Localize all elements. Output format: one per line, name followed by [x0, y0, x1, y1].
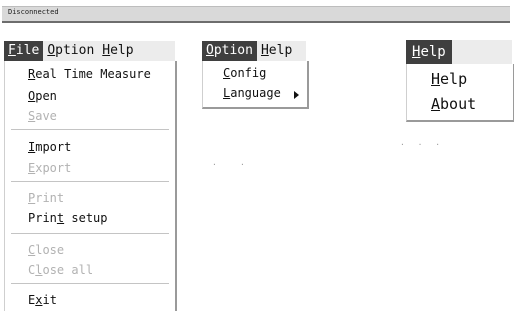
help-dropdown: Help About	[406, 64, 514, 122]
label: xport	[35, 161, 72, 175]
menu-help-hotkey: H	[412, 44, 421, 60]
label: eal Time Measure	[35, 67, 151, 81]
menu-file-label: ile	[15, 43, 40, 58]
hotkey: H	[431, 70, 441, 88]
menu-item-about[interactable]: About	[431, 95, 513, 113]
menu-item-print: Print	[28, 191, 175, 205]
menu-option[interactable]: Option	[43, 41, 98, 61]
menu-item-save: Save	[28, 109, 175, 123]
noise-dots: ·	[212, 160, 217, 169]
label: anguage	[230, 86, 281, 100]
label: setup	[64, 211, 108, 225]
menu-option-label: ption	[55, 43, 95, 58]
menu-help-hotkey: H	[260, 43, 269, 58]
separator	[11, 283, 169, 284]
menu-item-open[interactable]: Open	[28, 89, 175, 103]
label: onfig	[230, 66, 267, 80]
menu-item-help[interactable]: Help	[431, 70, 513, 88]
menu-option-hotkey: O	[47, 43, 56, 58]
separator	[11, 129, 169, 130]
menu-item-export: Export	[28, 161, 175, 175]
menu-item-print-setup[interactable]: Print setup	[28, 211, 175, 225]
menu-option-label: ption	[213, 43, 253, 58]
label: pen	[35, 89, 57, 103]
file-dropdown: Real Time Measure Open Save Import Expor…	[4, 61, 177, 311]
submenu-arrow-icon	[294, 91, 299, 99]
menubar-file-panel: File Option Help	[4, 41, 175, 61]
menu-help-hotkey: H	[102, 43, 111, 58]
option-dropdown: Config Language	[202, 61, 309, 109]
menu-item-close-all: Close all	[28, 263, 175, 277]
menu-help-label: elp	[420, 44, 446, 60]
separator	[11, 233, 169, 234]
menu-help[interactable]: Help	[257, 41, 296, 61]
menubar-help-panel: Help	[406, 40, 512, 64]
separator	[11, 181, 169, 182]
menu-file[interactable]: File	[4, 41, 44, 61]
label: it	[42, 293, 57, 307]
menu-item-close: Close	[28, 243, 175, 257]
menu-file-hotkey: F	[8, 43, 16, 58]
label: lose	[35, 243, 65, 257]
label: ose all	[42, 263, 94, 277]
menu-item-import[interactable]: Import	[28, 140, 175, 154]
menu-option[interactable]: Option	[202, 41, 257, 61]
label: elp	[440, 70, 468, 88]
hotkey: A	[431, 95, 441, 113]
connection-status: Disconnected	[8, 8, 59, 16]
menu-item-real-time-measure[interactable]: Real Time Measure	[28, 67, 175, 81]
menubar-option-panel: Option Help	[202, 41, 306, 61]
label-pre: Prin	[28, 211, 57, 225]
label: ave	[35, 109, 57, 123]
noise-dots: · · ·	[400, 140, 445, 149]
label: mport	[35, 140, 72, 154]
status-bar: Disconnected	[2, 6, 510, 23]
menu-help[interactable]: Help	[406, 40, 452, 64]
menu-option-hotkey: O	[206, 43, 214, 58]
menu-help-label: elp	[110, 43, 134, 58]
menu-item-config[interactable]: Config	[223, 66, 307, 80]
label: rint	[35, 191, 65, 205]
label: bout	[440, 95, 477, 113]
menu-help[interactable]: Help	[98, 41, 137, 61]
menu-item-exit[interactable]: Exit	[28, 293, 175, 307]
noise-dots: ·	[240, 160, 245, 169]
menu-help-label: elp	[268, 43, 293, 58]
